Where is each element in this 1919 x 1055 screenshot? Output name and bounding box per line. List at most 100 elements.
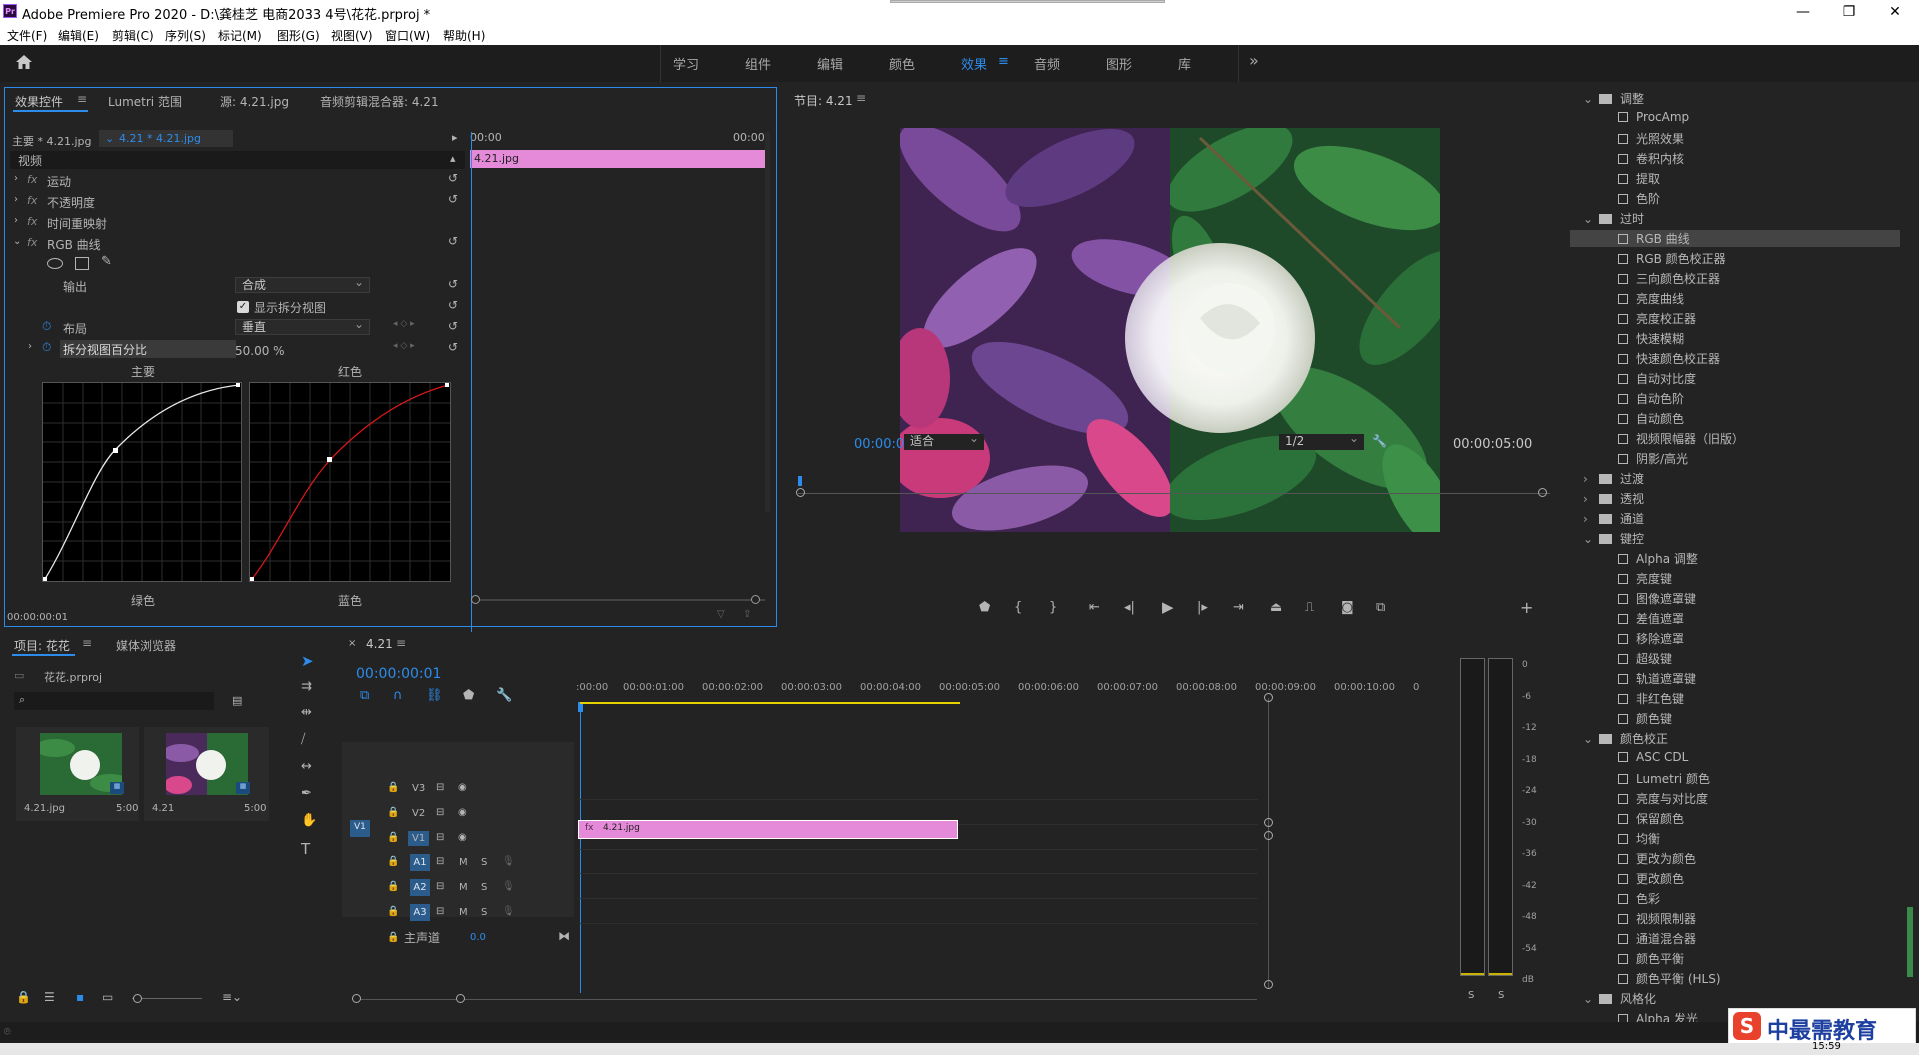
vscroll-audio-handle[interactable] [1264,831,1273,840]
tab-lumetri-scopes[interactable]: Lumetri 范围 [108,93,182,110]
workspace-graphics[interactable]: 图形 [1106,54,1132,73]
sync-lock-icon[interactable]: ⊟ [436,881,444,892]
master-lock-icon[interactable]: 🔒 [387,932,399,943]
effect-item[interactable]: 色彩 [1618,890,1660,907]
step-forward-icon[interactable]: |▸ [1197,600,1208,615]
tab-effect-controls[interactable]: 效果控件 [15,93,63,110]
effect-item[interactable]: 更改颜色 [1618,870,1684,887]
zoom-slider-handle[interactable] [133,994,142,1003]
resolution-dropdown[interactable]: 1/2 [1279,431,1364,450]
close-sequence-icon[interactable]: × [348,638,356,649]
track-lock-icon[interactable]: 🔒 [387,856,399,867]
effect-item[interactable]: 均衡 [1618,830,1660,847]
filter-icon[interactable]: ▽ [717,609,725,620]
solo-left-button[interactable]: S [1468,990,1474,1001]
toggle-output-eye-icon[interactable]: ◉ [458,832,467,843]
lift-icon[interactable]: ⏏ [1270,600,1282,615]
track-target-label[interactable]: V2 [412,808,425,819]
tab-project[interactable]: 项目: 花花 [14,637,70,654]
timeline-clip-4-21-jpg[interactable]: fx 4.21.jpg [578,820,958,839]
lock-icon[interactable]: 🔒 [16,990,31,1004]
layout-keyframe-nav[interactable]: ◂ ◇ ▸ [393,319,415,329]
workspace-learn[interactable]: 学习 [673,54,699,73]
effects-scrollbar[interactable] [1907,907,1913,977]
chevron-down-icon[interactable]: ⌄ [1583,532,1595,546]
sequence-tab[interactable]: 4.21 [366,637,393,651]
track-target-label[interactable]: V1 [408,831,430,846]
timeline-timecode[interactable]: 00:00:00:01 [356,666,441,682]
effect-item[interactable]: 视频限制器 [1618,910,1696,927]
linked-selection-icon[interactable]: ⛓ [426,688,443,703]
effects-folder[interactable]: › 通道 [1583,510,1644,527]
motion-expand-icon[interactable]: › [14,173,18,184]
button-editor-icon[interactable]: + [1520,598,1533,617]
go-to-in-icon[interactable]: ⇤ [1089,600,1100,615]
effect-item[interactable]: Alpha 调整 [1618,550,1698,567]
voice-over-mic-icon[interactable]: 🎙 [502,881,515,892]
workspace-editing[interactable]: 编辑 [817,54,843,73]
ec-zoom-right-handle[interactable] [751,595,760,604]
effect-item[interactable]: 亮度与对比度 [1618,790,1708,807]
project-item-4-21-seq[interactable]: ▦ 4.21 5:00 [144,727,269,821]
vscroll-bottom-handle[interactable] [1264,980,1273,989]
solo-button[interactable]: S [481,907,487,918]
work-area-bar[interactable] [580,702,960,704]
project-item-4-21-jpg[interactable]: ▦ 4.21.jpg 5:00 [16,727,139,821]
effect-item[interactable]: 颜色平衡 (HLS) [1618,970,1721,987]
effect-item[interactable]: 色阶 [1618,190,1660,207]
solo-right-button[interactable]: S [1498,990,1504,1001]
effect-item[interactable]: Lumetri 颜色 [1618,770,1710,787]
split-keyframe-nav[interactable]: ◂ ◇ ▸ [393,341,415,351]
effect-item[interactable]: ProcAmp [1618,110,1689,124]
effect-time-remap[interactable]: 时间重映射 [47,215,107,232]
menu-edit[interactable]: 编辑(E) [58,27,99,44]
reset-split-percent-icon[interactable]: ↺ [448,340,458,354]
pen-tool-icon[interactable]: ✒ [301,786,312,801]
sequence-menu-icon[interactable]: ≡ [396,636,406,650]
mark-out-icon[interactable]: } [1049,600,1057,615]
reset-output-icon[interactable]: ↺ [448,277,458,291]
extract-icon[interactable]: ⎍ [1305,600,1314,615]
program-scrub-bar[interactable] [798,493,1550,494]
hscroll-left-handle[interactable] [352,994,361,1003]
add-marker-tl-icon[interactable]: ⬟ [463,688,474,703]
opacity-fx-icon[interactable]: fx [27,194,37,207]
effect-item[interactable]: 亮度曲线 [1618,290,1684,307]
menu-window[interactable]: 窗口(W) [385,27,430,44]
effect-item[interactable]: 保留颜色 [1618,810,1684,827]
show-split-checkbox[interactable]: ✓ [237,301,249,313]
program-menu-icon[interactable]: ≡ [856,91,866,105]
chevron-down-icon[interactable]: ⌄ [1583,212,1595,226]
sequence-clip-selector[interactable]: ⌄ 4.21 * 4.21.jpg [99,130,233,147]
tab-source[interactable]: 源: 4.21.jpg [220,93,289,110]
ellipse-mask-icon[interactable] [47,258,63,269]
track-select-tool-icon[interactable]: ⇉ [301,679,312,694]
effect-item[interactable]: 亮度键 [1618,570,1672,587]
step-back-icon[interactable]: ◂| [1124,600,1135,615]
voice-over-mic-icon[interactable]: 🎙 [502,856,515,867]
motion-fx-icon[interactable]: fx [27,173,37,186]
sync-lock-icon[interactable]: ⊟ [436,906,444,917]
sync-lock-icon[interactable]: ⊟ [436,856,444,867]
effect-item[interactable]: 光照效果 [1618,130,1684,147]
type-tool-icon[interactable]: T [301,840,310,858]
freeform-view-icon[interactable]: ▭ [102,990,113,1004]
menu-view[interactable]: 视图(V) [331,27,373,44]
vscroll-mid-handle[interactable] [1264,818,1273,827]
rgb-curves-collapse-icon[interactable]: ⌄ [13,236,21,247]
export-icon[interactable]: ⇪ [743,609,751,620]
add-marker-icon[interactable]: ⬟ [979,600,990,615]
effect-rgb-curves[interactable]: RGB 曲线 [47,236,101,253]
effect-item[interactable]: 超级键 [1618,650,1672,667]
menu-clip[interactable]: 剪辑(C) [112,27,154,44]
mute-button[interactable]: M [459,857,468,868]
master-end-icon[interactable]: ⧓ [558,929,570,943]
layout-dropdown[interactable]: 垂直 [235,317,370,335]
solo-button[interactable]: S [481,882,487,893]
ec-zoom-scrollbar[interactable] [475,599,765,601]
hand-tool-icon[interactable]: ✋ [301,813,317,828]
menu-graphics[interactable]: 图形(G) [277,27,320,44]
toggle-output-eye-icon[interactable]: ◉ [458,782,467,793]
nest-icon[interactable]: ⧉ [360,688,369,703]
reset-rgb-curves-icon[interactable]: ↺ [448,234,458,248]
